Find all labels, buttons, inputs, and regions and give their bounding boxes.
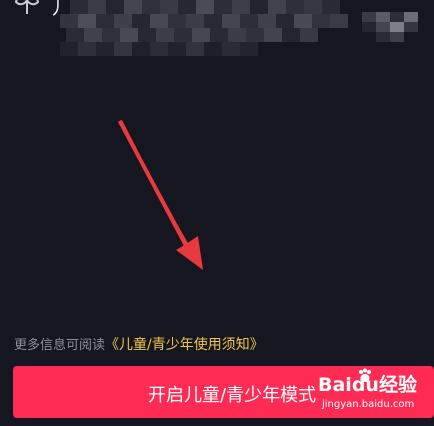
info-notice: 更多信息可阅读《儿童/青少年使用须知》 [14, 334, 264, 354]
enable-kids-mode-button[interactable]: 开启儿童/青少年模式 [13, 366, 434, 418]
kids-mode-screen: 儿童 [0, 0, 434, 426]
enable-kids-mode-label: 开启儿童/青少年模式 [148, 385, 317, 406]
pixelated-description [60, 0, 360, 60]
usage-guide-link[interactable]: 《儿童/青少年使用须知》 [105, 337, 264, 353]
pixelated-corner [362, 12, 418, 42]
annotation-arrow [118, 120, 203, 270]
plant-icon [14, 0, 40, 14]
info-prefix: 更多信息可阅读 [14, 338, 106, 353]
